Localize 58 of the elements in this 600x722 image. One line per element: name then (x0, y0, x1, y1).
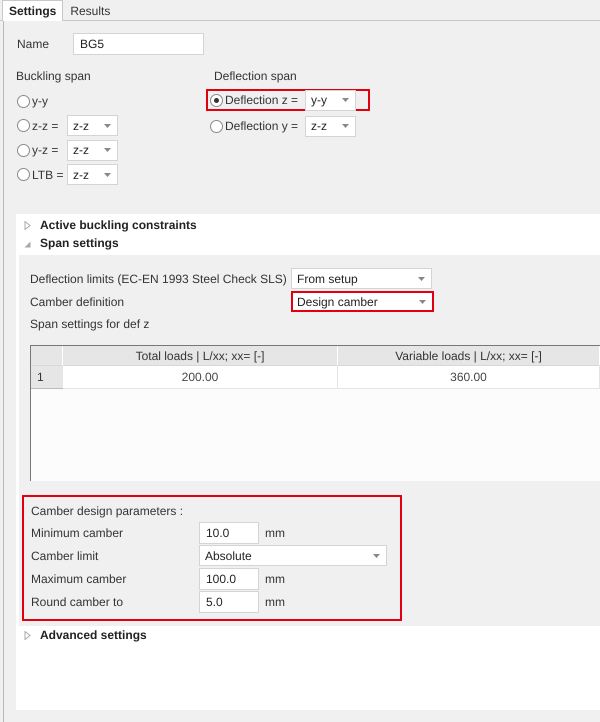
caret-icon (342, 124, 349, 128)
radio-label: y-z = (32, 143, 58, 158)
unit-label: mm (265, 572, 285, 586)
caret-icon (419, 300, 426, 304)
radio-label: z-z = (32, 118, 58, 133)
tab[interactable]: Results (63, 1, 118, 20)
dropdown[interactable]: z-z (305, 116, 356, 136)
field-label: Maximum camber (31, 572, 128, 586)
expand-icon[interactable] (24, 220, 31, 230)
dropdown[interactable]: Absolute (199, 545, 387, 566)
field-label: Round camber to (31, 594, 124, 608)
field-label: Minimum camber (31, 526, 124, 540)
number-field[interactable]: 5.0 (199, 590, 259, 612)
caret-icon (104, 148, 111, 152)
field-label: Deflection limits (EC-EN 1993 Steel Check SLS) (30, 272, 288, 286)
caret-icon (342, 98, 349, 102)
column-header: Variable loads | L/xx; xx= [-] (338, 346, 600, 366)
caret-icon (373, 554, 380, 558)
radio-label: y-y (32, 94, 48, 108)
caret-icon (104, 172, 111, 177)
section-header[interactable]: Advanced settings (40, 628, 147, 642)
dropdown[interactable]: From setup (291, 268, 432, 289)
caret-icon (104, 124, 111, 128)
table-cell[interactable]: 200.00 (63, 366, 338, 389)
caret-icon (418, 276, 425, 280)
number-field[interactable]: 100.0 (199, 568, 259, 590)
radio-label: Deflection y = (225, 119, 298, 133)
dropdown[interactable]: y-y (305, 90, 356, 110)
column-header: Total loads | L/xx; xx= [-] (63, 346, 338, 366)
name-field[interactable]: BG5 (73, 33, 204, 55)
group-title: Camber design parameters : (31, 503, 184, 520)
group-title: Buckling span (16, 68, 92, 84)
radio-button[interactable] (17, 144, 30, 157)
group-title: Deflection span (214, 68, 298, 84)
dropdown[interactable]: z-z (67, 115, 118, 136)
table-caption: Span settings for def z (30, 316, 150, 333)
section-header[interactable]: Active buckling constraints (40, 218, 197, 232)
expand-icon[interactable] (24, 630, 31, 640)
section-header[interactable]: Span settings (40, 236, 119, 250)
dropdown[interactable]: z-z (67, 140, 118, 161)
dropdown[interactable]: Design camber (291, 291, 434, 312)
unit-label: mm (265, 526, 285, 540)
field-label: Camber definition (30, 294, 126, 308)
radio-button[interactable] (210, 120, 223, 132)
radio-button[interactable] (17, 168, 30, 182)
dropdown[interactable]: z-z (67, 164, 118, 186)
radio-button[interactable] (210, 94, 223, 106)
table-cell[interactable]: 360.00 (338, 366, 600, 389)
row-header: 1 (31, 366, 63, 389)
tab[interactable]: Settings (2, 0, 64, 21)
number-field[interactable]: 10.0 (199, 522, 259, 544)
unit-label: mm (265, 594, 285, 608)
field-label: Name (17, 37, 50, 51)
radio-label: Deflection z = (225, 93, 298, 107)
field-label: Camber limit (31, 548, 100, 562)
radio-button[interactable] (17, 94, 30, 108)
radio-label: LTB = (32, 168, 64, 182)
radio-button[interactable] (17, 119, 30, 132)
